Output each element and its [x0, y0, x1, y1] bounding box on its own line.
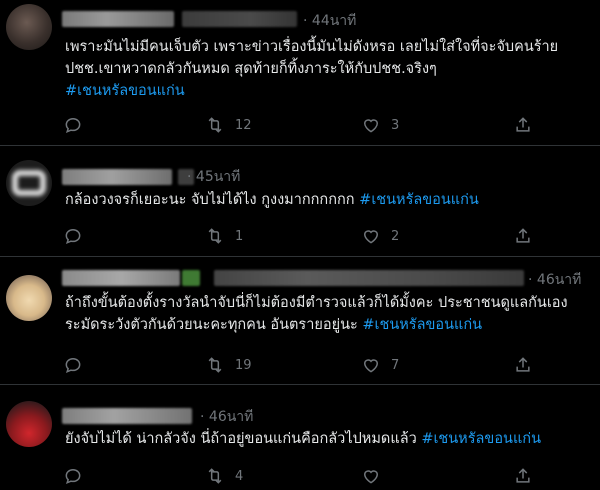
like-button[interactable] [361, 465, 381, 487]
avatar[interactable] [6, 401, 52, 447]
retweet-icon [205, 466, 225, 486]
share-icon [513, 115, 533, 135]
tweet-text: กล้องวงจรก็เยอะนะ จับไม่ได้ไง กูงงมากกกก… [65, 189, 479, 211]
like-icon [361, 355, 381, 375]
retweet-button[interactable]: 1 [205, 225, 243, 247]
hashtag-link[interactable]: #เชนหรัลขอนแก่น [65, 80, 558, 102]
retweet-icon [205, 355, 225, 375]
tweet-line: เพราะมันไม่มีคนเจ็บตัว เพราะข่าวเรื่องนี… [65, 39, 559, 55]
tweet-line: ถ้าถึงขั้นต้องตั้งรางวัลนำจับนี่ก็ไม่ต้อ… [65, 295, 568, 311]
reply-button[interactable] [63, 354, 83, 376]
tweet-line: กล้องวงจรก็เยอะนะ จับไม่ได้ไง กูงงมากกกก… [65, 192, 355, 208]
like-icon [361, 226, 381, 246]
share-button[interactable] [513, 465, 533, 487]
tweet-1: · 44นาที เพราะมันไม่มีคนเจ็บตัว เพราะข่า… [0, 0, 600, 145]
share-button[interactable] [513, 114, 533, 136]
username-blurred[interactable] [62, 270, 180, 286]
tweet-line: ระมัดระวังตัวกันด้วยนะคะทุกคน อันตรายอยู… [65, 317, 358, 333]
like-count: 3 [391, 117, 400, 133]
like-count: 2 [391, 228, 400, 244]
retweet-button[interactable]: 4 [205, 465, 243, 487]
reply-icon [63, 115, 83, 135]
action-bar: 19 7 [63, 354, 543, 378]
retweet-count: 4 [235, 468, 244, 484]
like-button[interactable]: 7 [361, 354, 399, 376]
tweet-text: เพราะมันไม่มีคนเจ็บตัว เพราะข่าวเรื่องนี… [65, 36, 558, 102]
like-icon [361, 466, 381, 486]
reply-button[interactable] [63, 114, 83, 136]
avatar[interactable] [6, 4, 52, 50]
tweet-text: ถ้าถึงขั้นต้องตั้งรางวัลนำจับนี่ก็ไม่ต้อ… [65, 292, 568, 336]
username-blurred[interactable] [62, 11, 174, 27]
hashtag-link[interactable]: #เชนหรัลขอนแก่น [359, 192, 479, 208]
action-bar: 1 2 [63, 225, 543, 249]
reply-button[interactable] [63, 465, 83, 487]
timestamp[interactable]: · 45นาที [187, 166, 240, 188]
like-icon [361, 115, 381, 135]
tweet-4: · 46นาที ยังจับไม่ได้ น่ากลัวจัง นี่ถ้าอ… [0, 385, 600, 490]
timestamp[interactable]: · 46นาที [200, 406, 253, 428]
avatar[interactable] [6, 275, 52, 321]
reply-icon [63, 355, 83, 375]
hashtag-link[interactable]: #เชนหรัลขอนแก่น [421, 431, 541, 447]
share-icon [513, 226, 533, 246]
retweet-count: 19 [235, 357, 252, 373]
action-bar: 12 3 [63, 114, 543, 138]
avatar-blur-pattern [12, 170, 46, 196]
handle-blurred[interactable] [214, 270, 524, 286]
retweet-button[interactable]: 19 [205, 354, 252, 376]
action-bar: 4 [63, 465, 543, 489]
handle-blurred[interactable] [182, 11, 297, 27]
share-button[interactable] [513, 225, 533, 247]
timestamp[interactable]: · 46นาที [528, 269, 581, 291]
reply-icon [63, 466, 83, 486]
tweet-text: ยังจับไม่ได้ น่ากลัวจัง นี่ถ้าอยู่ขอนแก่… [65, 428, 541, 450]
timestamp[interactable]: · 44นาที [303, 10, 356, 32]
tweet-3: · 46นาที ถ้าถึงขั้นต้องตั้งรางวัลนำจับนี… [0, 257, 600, 384]
name-emoji-blurred [182, 270, 200, 286]
like-button[interactable]: 3 [361, 114, 399, 136]
reply-button[interactable] [63, 225, 83, 247]
share-button[interactable] [513, 354, 533, 376]
tweet-line: ยังจับไม่ได้ น่ากลัวจัง นี่ถ้าอยู่ขอนแก่… [65, 431, 417, 447]
retweet-button[interactable]: 12 [205, 114, 252, 136]
reply-icon [63, 226, 83, 246]
retweet-icon [205, 115, 225, 135]
retweet-count: 1 [235, 228, 244, 244]
username-blurred[interactable] [62, 169, 172, 185]
username-blurred[interactable] [62, 408, 192, 424]
like-count: 7 [391, 357, 400, 373]
like-button[interactable]: 2 [361, 225, 399, 247]
tweet-line: ปชช.เขาหวาดกลัวกันหมด สุดท้ายก็ทิ้งภาระใ… [65, 61, 437, 77]
retweet-icon [205, 226, 225, 246]
retweet-count: 12 [235, 117, 252, 133]
share-icon [513, 466, 533, 486]
avatar[interactable] [6, 160, 52, 206]
tweet-2: · 45นาที กล้องวงจรก็เยอะนะ จับไม่ได้ไง ก… [0, 146, 600, 256]
hashtag-link[interactable]: #เชนหรัลขอนแก่น [362, 317, 482, 333]
share-icon [513, 355, 533, 375]
